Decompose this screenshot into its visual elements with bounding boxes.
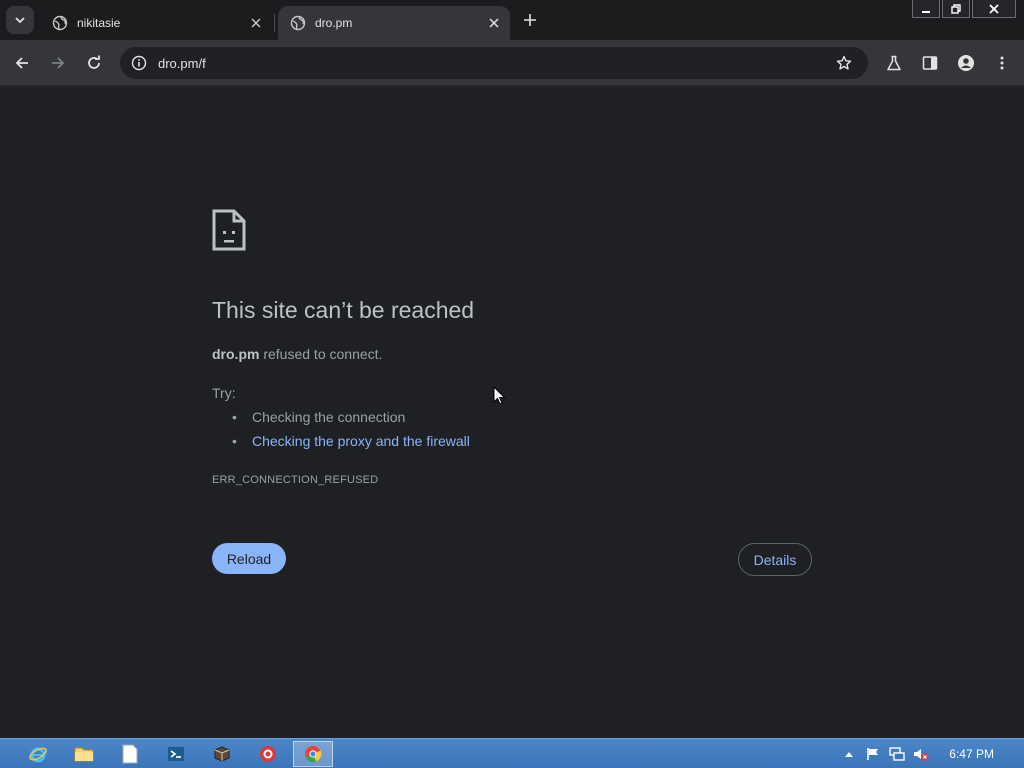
tab-dro-pm[interactable]: dro.pm (278, 6, 510, 40)
minimize-icon (922, 10, 930, 13)
labs-button[interactable] (882, 51, 906, 75)
error-code: ERR_CONNECTION_REFUSED (212, 474, 379, 486)
tab-title: nikitasie (77, 16, 121, 30)
error-description-text: refused to connect. (259, 346, 383, 362)
details-button[interactable]: Details (738, 543, 812, 576)
side-panel-button[interactable] (918, 51, 942, 75)
taskbar-file-explorer[interactable] (64, 741, 104, 767)
tab-title: dro.pm (315, 16, 353, 30)
bookmark-star-icon[interactable] (828, 47, 860, 79)
try-label: Try: (212, 385, 236, 401)
taskbar-clock[interactable]: 6:47 PM (949, 747, 994, 761)
taskbar-terminal[interactable] (156, 741, 196, 767)
address-bar[interactable]: dro.pm/f (120, 47, 868, 79)
side-panel-icon (922, 56, 938, 70)
tab-nikitasie[interactable]: nikitasie (40, 6, 272, 40)
refresh-icon (88, 55, 100, 69)
red-circle-app-icon (260, 746, 276, 762)
system-tray: 6:47 PM (835, 739, 1024, 768)
arrow-left-icon (15, 57, 28, 69)
restore-button[interactable] (942, 0, 970, 18)
arrow-right-icon (52, 57, 65, 69)
chevron-down-icon (15, 17, 25, 24)
browser-toolbar: dro.pm/f (0, 40, 1024, 86)
sad-document-icon (212, 209, 246, 251)
more-vertical-icon (1000, 56, 1004, 70)
window-controls (912, 0, 1016, 18)
taskbar-notepad[interactable] (110, 741, 150, 767)
back-button[interactable] (10, 51, 34, 75)
taskbar-package-app[interactable] (202, 741, 242, 767)
error-description: dro.pm refused to connect. (212, 346, 382, 362)
show-hidden-icons-button[interactable] (839, 744, 859, 764)
taskbar-chrome[interactable] (293, 741, 333, 767)
menu-button[interactable] (990, 51, 1014, 75)
page-content: This site can’t be reached dro.pm refuse… (0, 87, 1024, 738)
chevron-up-icon (845, 752, 854, 757)
package-icon (214, 746, 230, 762)
minimize-button[interactable] (912, 0, 940, 18)
flag-icon[interactable] (863, 744, 883, 764)
suggestion-check-connection: • Checking the connection (232, 409, 406, 425)
chrome-icon (305, 746, 322, 762)
tab-divider (274, 14, 275, 32)
error-host: dro.pm (212, 346, 260, 362)
taskbar-internet-explorer[interactable] (18, 741, 58, 767)
globe-icon (290, 15, 306, 31)
taskbar: 6:47 PM (0, 738, 1024, 768)
suggestion-check-proxy-link[interactable]: • Checking the proxy and the firewall (232, 432, 470, 456)
reload-button[interactable]: Reload (212, 543, 286, 574)
new-tab-button[interactable] (518, 8, 542, 32)
close-icon (989, 3, 999, 14)
close-icon[interactable] (246, 13, 266, 33)
globe-icon (52, 15, 68, 31)
document-icon (122, 744, 138, 764)
account-icon (958, 55, 974, 71)
tab-strip: nikitasie dro.pm (0, 0, 1024, 40)
close-window-button[interactable] (972, 0, 1016, 18)
profile-button[interactable] (954, 51, 978, 75)
taskbar-red-app[interactable] (248, 741, 288, 767)
folder-icon (74, 747, 94, 762)
restore-icon (951, 3, 961, 14)
info-icon[interactable] (122, 47, 156, 79)
plus-icon (524, 14, 536, 26)
forward-button[interactable] (46, 51, 70, 75)
network-icon[interactable] (887, 744, 907, 764)
url-text[interactable]: dro.pm/f (158, 56, 828, 71)
suggestion-list: • Checking the connection • Checking the p… (232, 408, 470, 456)
terminal-icon (168, 747, 184, 761)
error-title: This site can’t be reached (212, 297, 475, 323)
mouse-cursor-icon (493, 386, 506, 405)
close-icon[interactable] (484, 13, 504, 33)
internet-explorer-icon (29, 747, 47, 763)
tab-search-button[interactable] (6, 6, 34, 34)
reload-toolbar-button[interactable] (82, 51, 106, 75)
volume-muted-icon[interactable] (911, 744, 931, 764)
flask-icon (887, 55, 901, 71)
